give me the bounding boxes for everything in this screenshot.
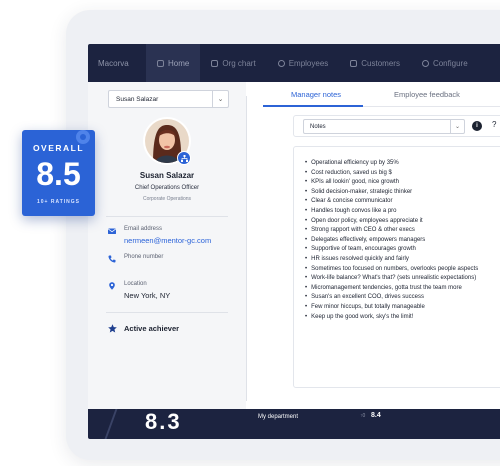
- nav-configure[interactable]: Configure: [411, 44, 479, 82]
- person-org: Corporate Operations: [142, 196, 192, 202]
- person-title: Chief Operations Officer: [134, 185, 200, 191]
- tab-manager-notes[interactable]: Manager notes: [291, 90, 341, 99]
- nav-customers[interactable]: Customers: [339, 44, 411, 82]
- achievement-label: Active achiever: [124, 324, 180, 333]
- email-info: Email address nermeen@mentor-gc.com: [108, 226, 211, 245]
- list-item: Few minor hiccups, but totally manageabl…: [305, 303, 478, 313]
- home-icon: [157, 59, 164, 67]
- notes-list: Operational efficiency up by 35% Cost re…: [305, 159, 478, 322]
- list-item: Delegates effectively, empowers managers: [305, 236, 478, 246]
- phone-icon: [108, 255, 116, 263]
- badge-overall-label: OVERALL: [32, 143, 85, 153]
- avatar: [143, 117, 191, 165]
- location-value: New York, NY: [124, 291, 171, 300]
- email-label: Email address: [124, 226, 163, 232]
- chevron-down-icon: ⌄: [212, 91, 228, 107]
- list-item: Keep up the good work, sky's the limit!: [305, 313, 478, 323]
- department-score: 8.4: [371, 412, 381, 419]
- org-chart-badge-icon[interactable]: [177, 151, 191, 165]
- top-nav: Macorva Home Org chart Employees Custome…: [88, 44, 500, 82]
- chevron-down-icon: ⌄: [450, 120, 464, 133]
- department-label: My department: [258, 414, 299, 420]
- divider: [106, 216, 228, 217]
- tab-employee-feedback[interactable]: Employee feedback: [394, 90, 460, 99]
- location-info: Location New York, NY: [108, 281, 170, 300]
- list-item: Strong rapport with CEO & other execs: [305, 226, 478, 236]
- phone-info: Phone number: [108, 254, 163, 263]
- person-select-value: Susan Salazar: [116, 95, 159, 103]
- list-item: Operational efficiency up by 35%: [305, 159, 478, 169]
- decorative-stripe: [104, 409, 118, 439]
- email-link[interactable]: nermeen@mentor-gc.com: [124, 236, 211, 245]
- list-item: Handles tough convos like a pro: [305, 207, 478, 217]
- divider: [106, 312, 228, 313]
- notes-type-select[interactable]: Notes ⌄: [303, 119, 465, 134]
- nav-home[interactable]: Home: [146, 44, 201, 82]
- notes-tabs: Manager notes Employee feedback: [263, 90, 500, 108]
- notes-type-value: Notes: [310, 123, 326, 130]
- department-score-large: 8.3: [145, 409, 182, 434]
- list-item: Micromanagement tendencies, gotta trust …: [305, 284, 478, 294]
- badge-score: 8.5: [36, 156, 81, 192]
- panel-divider: [246, 96, 247, 401]
- nav-org-chart[interactable]: Org chart: [200, 44, 266, 82]
- list-item: Susan's an excellent COO, drives success: [305, 293, 478, 303]
- list-item: Solid decision-maker, strategic thinker: [305, 188, 478, 198]
- badge-ratings-count: 10+ RATINGS: [37, 199, 80, 205]
- notes-toolbar: Notes ⌄ i ?: [293, 115, 500, 137]
- employees-icon: [277, 59, 285, 67]
- nav-home-label: Home: [168, 58, 190, 68]
- trend-indicator: ↑0: [360, 413, 366, 419]
- nav-employees-label: Employees: [288, 58, 329, 68]
- nav-customers-label: Customers: [361, 58, 400, 68]
- notes-content[interactable]: Operational efficiency up by 35% Cost re…: [293, 146, 500, 388]
- customers-icon: [350, 59, 358, 67]
- stage: Macorva Home Org chart Employees Custome…: [0, 0, 500, 466]
- location-label: Location: [124, 281, 147, 287]
- list-item: Sometimes too focused on numbers, overlo…: [305, 265, 478, 275]
- list-item: KPIs all lookin' good, nice growth: [305, 178, 478, 188]
- nav-employees[interactable]: Employees: [267, 44, 340, 82]
- list-item: Open door policy, employees appreciate i…: [305, 217, 478, 227]
- tab-baseline: [363, 106, 500, 107]
- help-icon[interactable]: ?: [492, 120, 496, 129]
- list-item: Supportive of team, encourages growth: [305, 245, 478, 255]
- list-item: Clear & concise communicator: [305, 197, 478, 207]
- brand-logo: Macorva: [98, 58, 129, 68]
- info-icon[interactable]: i: [472, 121, 482, 131]
- phone-label: Phone number: [124, 254, 164, 260]
- list-item: HR issues resolved quickly and fairly: [305, 255, 478, 265]
- badge-dot-inner: [80, 134, 86, 140]
- org-chart-icon: [211, 59, 219, 67]
- app-screen: Macorva Home Org chart Employees Custome…: [88, 44, 500, 439]
- achievement: Active achiever: [108, 324, 179, 333]
- list-item: Cost reduction, saved us big $: [305, 169, 478, 179]
- mail-icon: [108, 228, 116, 234]
- person-name: Susan Salazar: [139, 171, 195, 180]
- active-tab-indicator: [263, 105, 363, 107]
- star-icon: [108, 324, 117, 333]
- person-select[interactable]: Susan Salazar ⌄: [108, 90, 229, 108]
- list-item: Work-life balance? What's that? (sets un…: [305, 274, 478, 284]
- gear-icon: [421, 59, 429, 67]
- nav-configure-label: Configure: [432, 58, 468, 68]
- department-strip: 8.3 My department ↑0 8.4: [88, 409, 500, 439]
- nav-org-chart-label: Org chart: [222, 58, 256, 68]
- location-pin-icon: [109, 282, 115, 290]
